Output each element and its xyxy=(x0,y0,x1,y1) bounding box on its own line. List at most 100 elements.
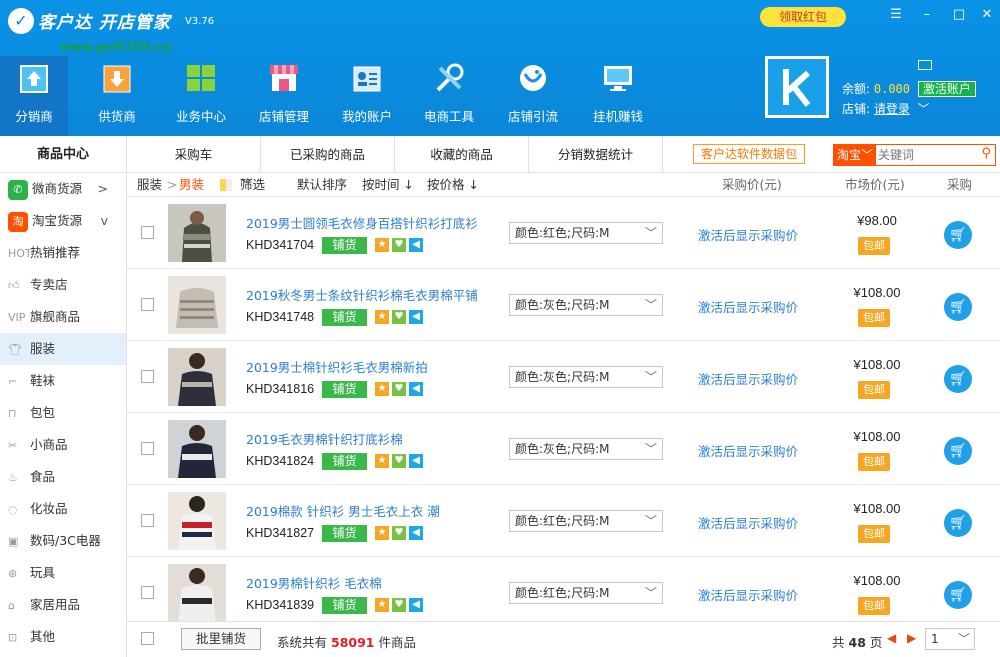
sort-default-button[interactable]: 默认排序 xyxy=(297,173,347,197)
product-thumbnail[interactable] xyxy=(168,492,226,550)
restock-button[interactable]: 铺货 xyxy=(322,309,367,326)
sort-time-button[interactable]: 按时间 ↓ xyxy=(362,173,414,197)
sidebar-item-specialty-store[interactable]: 👍︎ 专卖店 xyxy=(0,269,126,301)
bulk-restock-button[interactable]: 批里铺货 xyxy=(181,628,261,650)
maximize-icon[interactable]: □ xyxy=(948,4,970,26)
sidebar-item-home[interactable]: ⌂ 家居用品 xyxy=(0,589,126,621)
cart-icon[interactable]: 🛒︎ xyxy=(944,221,972,249)
row-checkbox[interactable] xyxy=(141,370,154,383)
sound-icon: ◀ xyxy=(409,310,423,324)
sidebar-item-digital[interactable]: ▣ 数码/3C电器 xyxy=(0,525,126,557)
nav-distributor[interactable]: 分销商 xyxy=(0,56,68,136)
data-pack-button[interactable]: 客户达软件数据包 xyxy=(693,144,805,164)
restock-button[interactable]: 铺货 xyxy=(322,237,367,254)
sidebar-item-label: 家居用品 xyxy=(30,597,81,612)
product-title-link[interactable]: 2019毛衣男棉针织打底衫棉 xyxy=(246,429,403,448)
close-icon[interactable]: ✕ xyxy=(976,4,998,26)
product-title-link[interactable]: 2019秋冬男士条纹针织衫棉毛衣男棉平铺 xyxy=(246,285,478,304)
sku-select[interactable]: 颜色:灰色;尺码:M ﹀ xyxy=(509,438,663,460)
filter-bar: 服装 > 男装 筛选 ﹀ 默认排序 按时间 ↓ 按价格 ↓ 采购价(元) 市场价… xyxy=(127,173,1000,197)
row-checkbox[interactable] xyxy=(141,442,154,455)
mail-icon[interactable] xyxy=(918,60,932,70)
sidebar-item-bags[interactable]: ⊓ 包包 xyxy=(0,397,126,429)
nav-supplier[interactable]: 供货商 xyxy=(82,56,152,136)
product-title-link[interactable]: 2019男棉针织衫 毛衣棉 xyxy=(246,573,382,592)
nav-business-center[interactable]: 业务中心 xyxy=(166,56,236,136)
row-checkbox[interactable] xyxy=(141,298,154,311)
cart-icon[interactable]: 🛒︎ xyxy=(944,365,972,393)
sound-icon: ◀ xyxy=(409,526,423,540)
minimize-icon[interactable]: – xyxy=(916,4,938,26)
shirt-icon: 👕︎ xyxy=(8,343,22,356)
restock-button[interactable]: 铺货 xyxy=(322,597,367,614)
sidebar-item-wechat-source[interactable]: ✆ 微商货源 > xyxy=(0,173,126,205)
sidebar-item-other[interactable]: ⊡ 其他 xyxy=(0,621,126,653)
sku-select[interactable]: 颜色:灰色;尺码:M ﹀ xyxy=(509,366,663,388)
cart-icon[interactable]: 🛒︎ xyxy=(944,581,972,609)
chevron-down-icon: ﹀ xyxy=(644,586,657,600)
product-thumbnail[interactable] xyxy=(168,348,226,406)
product-title-link[interactable]: 2019男士棉针织衫毛衣男棉新拍 xyxy=(246,357,428,376)
select-all-checkbox[interactable] xyxy=(141,632,154,645)
search-icon[interactable]: ⚲ xyxy=(981,146,991,161)
chevron-down-icon: ﹀ xyxy=(644,298,657,312)
filter-dropdown[interactable]: 筛选 ﹀ xyxy=(240,173,265,197)
product-thumbnail[interactable] xyxy=(168,276,226,334)
nav-store-traffic[interactable]: 店铺引流 xyxy=(498,56,568,136)
search-input[interactable] xyxy=(878,146,976,164)
sku-select[interactable]: 颜色:灰色;尺码:M ﹀ xyxy=(509,294,663,316)
sidebar-item-shoes[interactable]: ⌐ 鞋袜 xyxy=(0,365,126,397)
bag-icon: ⊓ xyxy=(8,407,17,420)
next-page-icon[interactable]: ▶ xyxy=(907,631,916,645)
product-title-link[interactable]: 2019棉款 针织衫 男士毛衣上衣 潮 xyxy=(246,501,440,520)
sidebar-item-food[interactable]: ♨ 食品 xyxy=(0,461,126,493)
cart-icon[interactable]: 🛒︎ xyxy=(944,293,972,321)
sidebar-item-clothing[interactable]: 👕︎ 服装 xyxy=(0,333,126,365)
prev-page-icon[interactable]: ◀ xyxy=(887,631,896,645)
sidebar-item-toys[interactable]: ⊛ 玩具 xyxy=(0,557,126,589)
row-checkbox[interactable] xyxy=(141,226,154,239)
cart-icon[interactable]: 🛒︎ xyxy=(944,509,972,537)
product-thumbnail[interactable] xyxy=(168,564,226,622)
breadcrumb-root[interactable]: 服装 xyxy=(137,173,162,197)
restock-button[interactable]: 铺货 xyxy=(322,453,367,470)
free-shipping-badge: 包邮 xyxy=(858,381,890,399)
page-select[interactable]: 1 ﹀ xyxy=(925,628,975,650)
id-card-icon xyxy=(353,66,381,92)
red-packet-button[interactable]: 领取红包 xyxy=(760,7,846,27)
sound-icon: ◀ xyxy=(409,382,423,396)
product-code: KHD341748 xyxy=(246,310,315,324)
restock-button[interactable]: 铺货 xyxy=(322,381,367,398)
nav-store-management[interactable]: 店铺管理 xyxy=(249,56,319,136)
product-row: 2019毛衣男棉针织打底衫棉 KHD341824 铺货 ★ ♥ ◀ 颜色:灰色;尺码… xyxy=(127,413,1000,485)
nav-my-account[interactable]: 我的账户 xyxy=(332,56,402,136)
sku-select[interactable]: 颜色:红色;尺码:M ﹀ xyxy=(509,510,663,532)
sort-price-button[interactable]: 按价格 ↓ xyxy=(427,173,479,197)
activate-account-button[interactable]: 激活账户 xyxy=(917,81,976,97)
chevron-down-icon[interactable]: ﹀ xyxy=(914,102,930,116)
sidebar-item-cosmetics[interactable]: ◌ 化妆品 xyxy=(0,493,126,525)
product-thumbnail[interactable] xyxy=(168,204,226,262)
tab-purchase-cart[interactable]: 采购车 xyxy=(127,136,261,173)
tab-distribution-stats[interactable]: 分销数据统计 xyxy=(529,136,663,173)
sidebar-item-hot[interactable]: HOT热销推荐 xyxy=(0,237,126,269)
sku-select[interactable]: 颜色:红色;尺码:M ﹀ xyxy=(509,582,663,604)
tab-favorites[interactable]: 收藏的商品 xyxy=(395,136,529,173)
row-checkbox[interactable] xyxy=(141,514,154,527)
row-checkbox[interactable] xyxy=(141,586,154,599)
menu-icon[interactable]: ☰ xyxy=(885,4,907,26)
nav-ecommerce-tools[interactable]: 电商工具 xyxy=(414,56,484,136)
nav-idle-earn[interactable]: 挂机赚钱 xyxy=(582,56,654,136)
sidebar-item-flagship[interactable]: VIP 旗舰商品 xyxy=(0,301,126,333)
product-title-link[interactable]: 2019男士圆领毛衣修身百搭针织衫打底衫 xyxy=(246,213,478,232)
product-thumbnail[interactable] xyxy=(168,420,226,478)
sidebar-item-taobao-source[interactable]: 淘淘宝货源 v xyxy=(0,205,126,237)
cart-icon[interactable]: 🛒︎ xyxy=(944,437,972,465)
sku-select[interactable]: 颜色:红色;尺码:M ﹀ xyxy=(509,222,663,244)
tab-purchased-goods[interactable]: 已采购的商品 xyxy=(261,136,395,173)
platform-select[interactable]: 淘宝﹀ xyxy=(834,145,876,165)
sidebar-item-small-goods[interactable]: ✂ 小商品 xyxy=(0,429,126,461)
hot-icon: HOT xyxy=(8,247,32,260)
restock-button[interactable]: 铺货 xyxy=(322,525,367,542)
store-login-link[interactable]: 请登录 xyxy=(874,102,910,116)
